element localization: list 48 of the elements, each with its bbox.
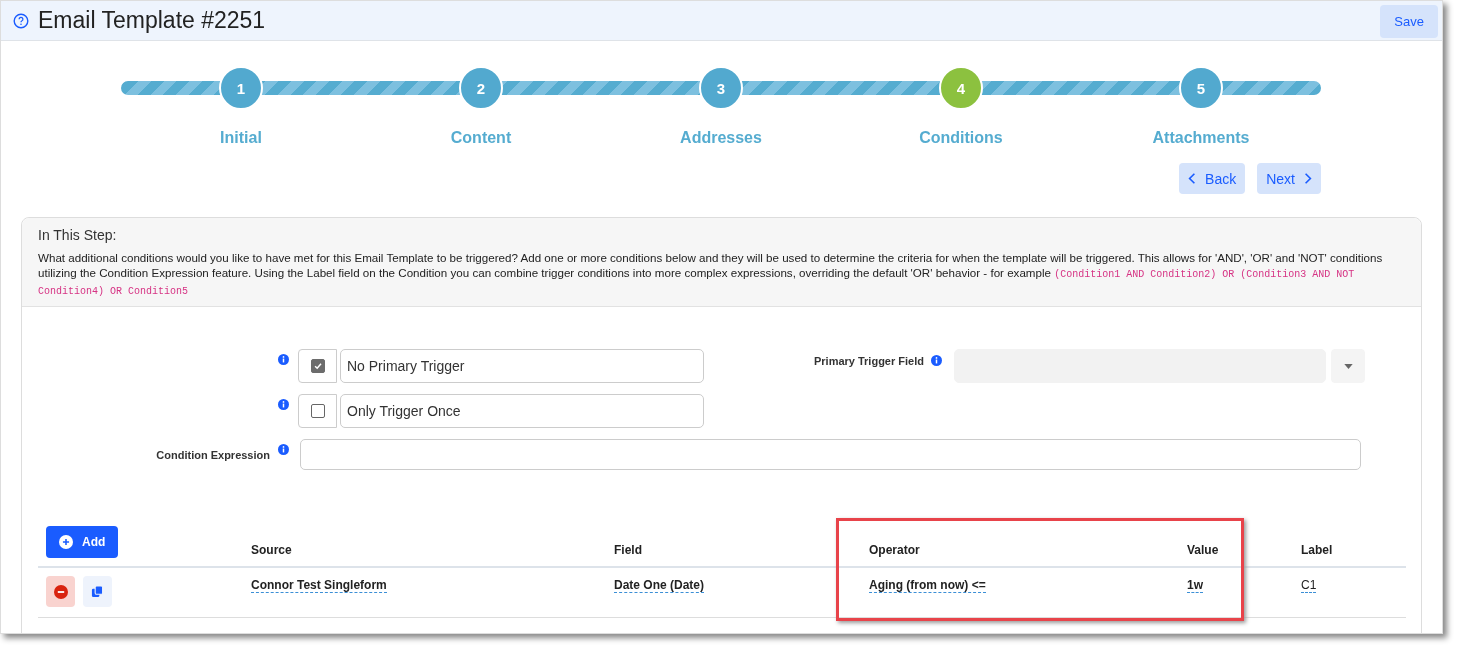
cell-link[interactable]: Date One (Date): [614, 578, 705, 593]
checkbox[interactable]: [310, 359, 325, 373]
column-header: Label: [1301, 526, 1406, 568]
step-circle[interactable]: 4: [939, 66, 983, 110]
page-title: Email Template #2251: [38, 7, 267, 34]
step-label[interactable]: Addresses: [680, 129, 762, 147]
delete-button[interactable]: [46, 576, 75, 607]
option-field[interactable]: No Primary Trigger: [340, 349, 704, 383]
info-icon[interactable]: [931, 355, 942, 366]
info-description: What additional conditions would you like to have met for this Email Template to be triggered? Add one or more conditions below and they will be used to determine the criteria for when the template will be triggered. This allows for 'AND', 'OR' and 'NOT' conditions utilizing the Condition Expression feature. Using the Label field on the Condition you can combine trigger conditions into more complex expressions, overriding the default 'OR' behavior - for example (Condition1 AND Condition2) OR (Condition3 AND NOT Condition4) OR Condition5: [38, 250, 1384, 299]
cell-link[interactable]: 1w: [1187, 578, 1203, 593]
option-field[interactable]: Only Trigger Once: [340, 394, 704, 428]
help-icon[interactable]: [13, 12, 29, 29]
step-label[interactable]: Content: [450, 129, 512, 147]
plus-circle-icon: [59, 535, 73, 549]
save-button[interactable]: Save: [1380, 5, 1438, 38]
info-title: In This Step:: [38, 227, 118, 243]
step-circle[interactable]: 2: [459, 66, 503, 110]
copy-icon: [91, 585, 104, 598]
checkbox[interactable]: [310, 404, 325, 418]
info-icon[interactable]: [278, 399, 289, 410]
step-label[interactable]: Conditions: [919, 129, 1003, 147]
cell-link[interactable]: Aging (from now) <=: [869, 578, 986, 593]
column-header: Value: [1187, 526, 1301, 568]
copy-button[interactable]: [83, 576, 112, 607]
cell-link[interactable]: Connor Test Singleform: [251, 578, 387, 593]
expression-input[interactable]: [300, 439, 1361, 470]
minus-circle-icon: [53, 584, 68, 599]
step-circle[interactable]: 5: [1179, 66, 1223, 110]
info-icon[interactable]: [278, 444, 289, 455]
chevron-left-icon: [1188, 172, 1197, 185]
field-label: Primary Trigger Field: [813, 355, 924, 367]
step-label[interactable]: Attachments: [1152, 129, 1250, 147]
step-circle[interactable]: 1: [219, 66, 263, 110]
step-circle[interactable]: 3: [699, 66, 743, 110]
caret-down-icon: [1343, 363, 1353, 369]
add-button[interactable]: Add: [46, 526, 119, 558]
checkmark-icon: [312, 361, 323, 371]
column-header: Field: [614, 526, 869, 568]
step-label[interactable]: Initial: [220, 129, 262, 147]
chevron-right-icon: [1304, 172, 1312, 185]
cell-link[interactable]: C1: [1301, 578, 1317, 593]
column-header: Source: [251, 526, 614, 568]
info-icon[interactable]: [278, 354, 289, 365]
next-button[interactable]: Next: [1257, 163, 1321, 194]
field-label: Condition Expression: [156, 449, 270, 461]
column-header: Operator: [869, 526, 1187, 568]
back-button[interactable]: Back: [1179, 163, 1246, 194]
